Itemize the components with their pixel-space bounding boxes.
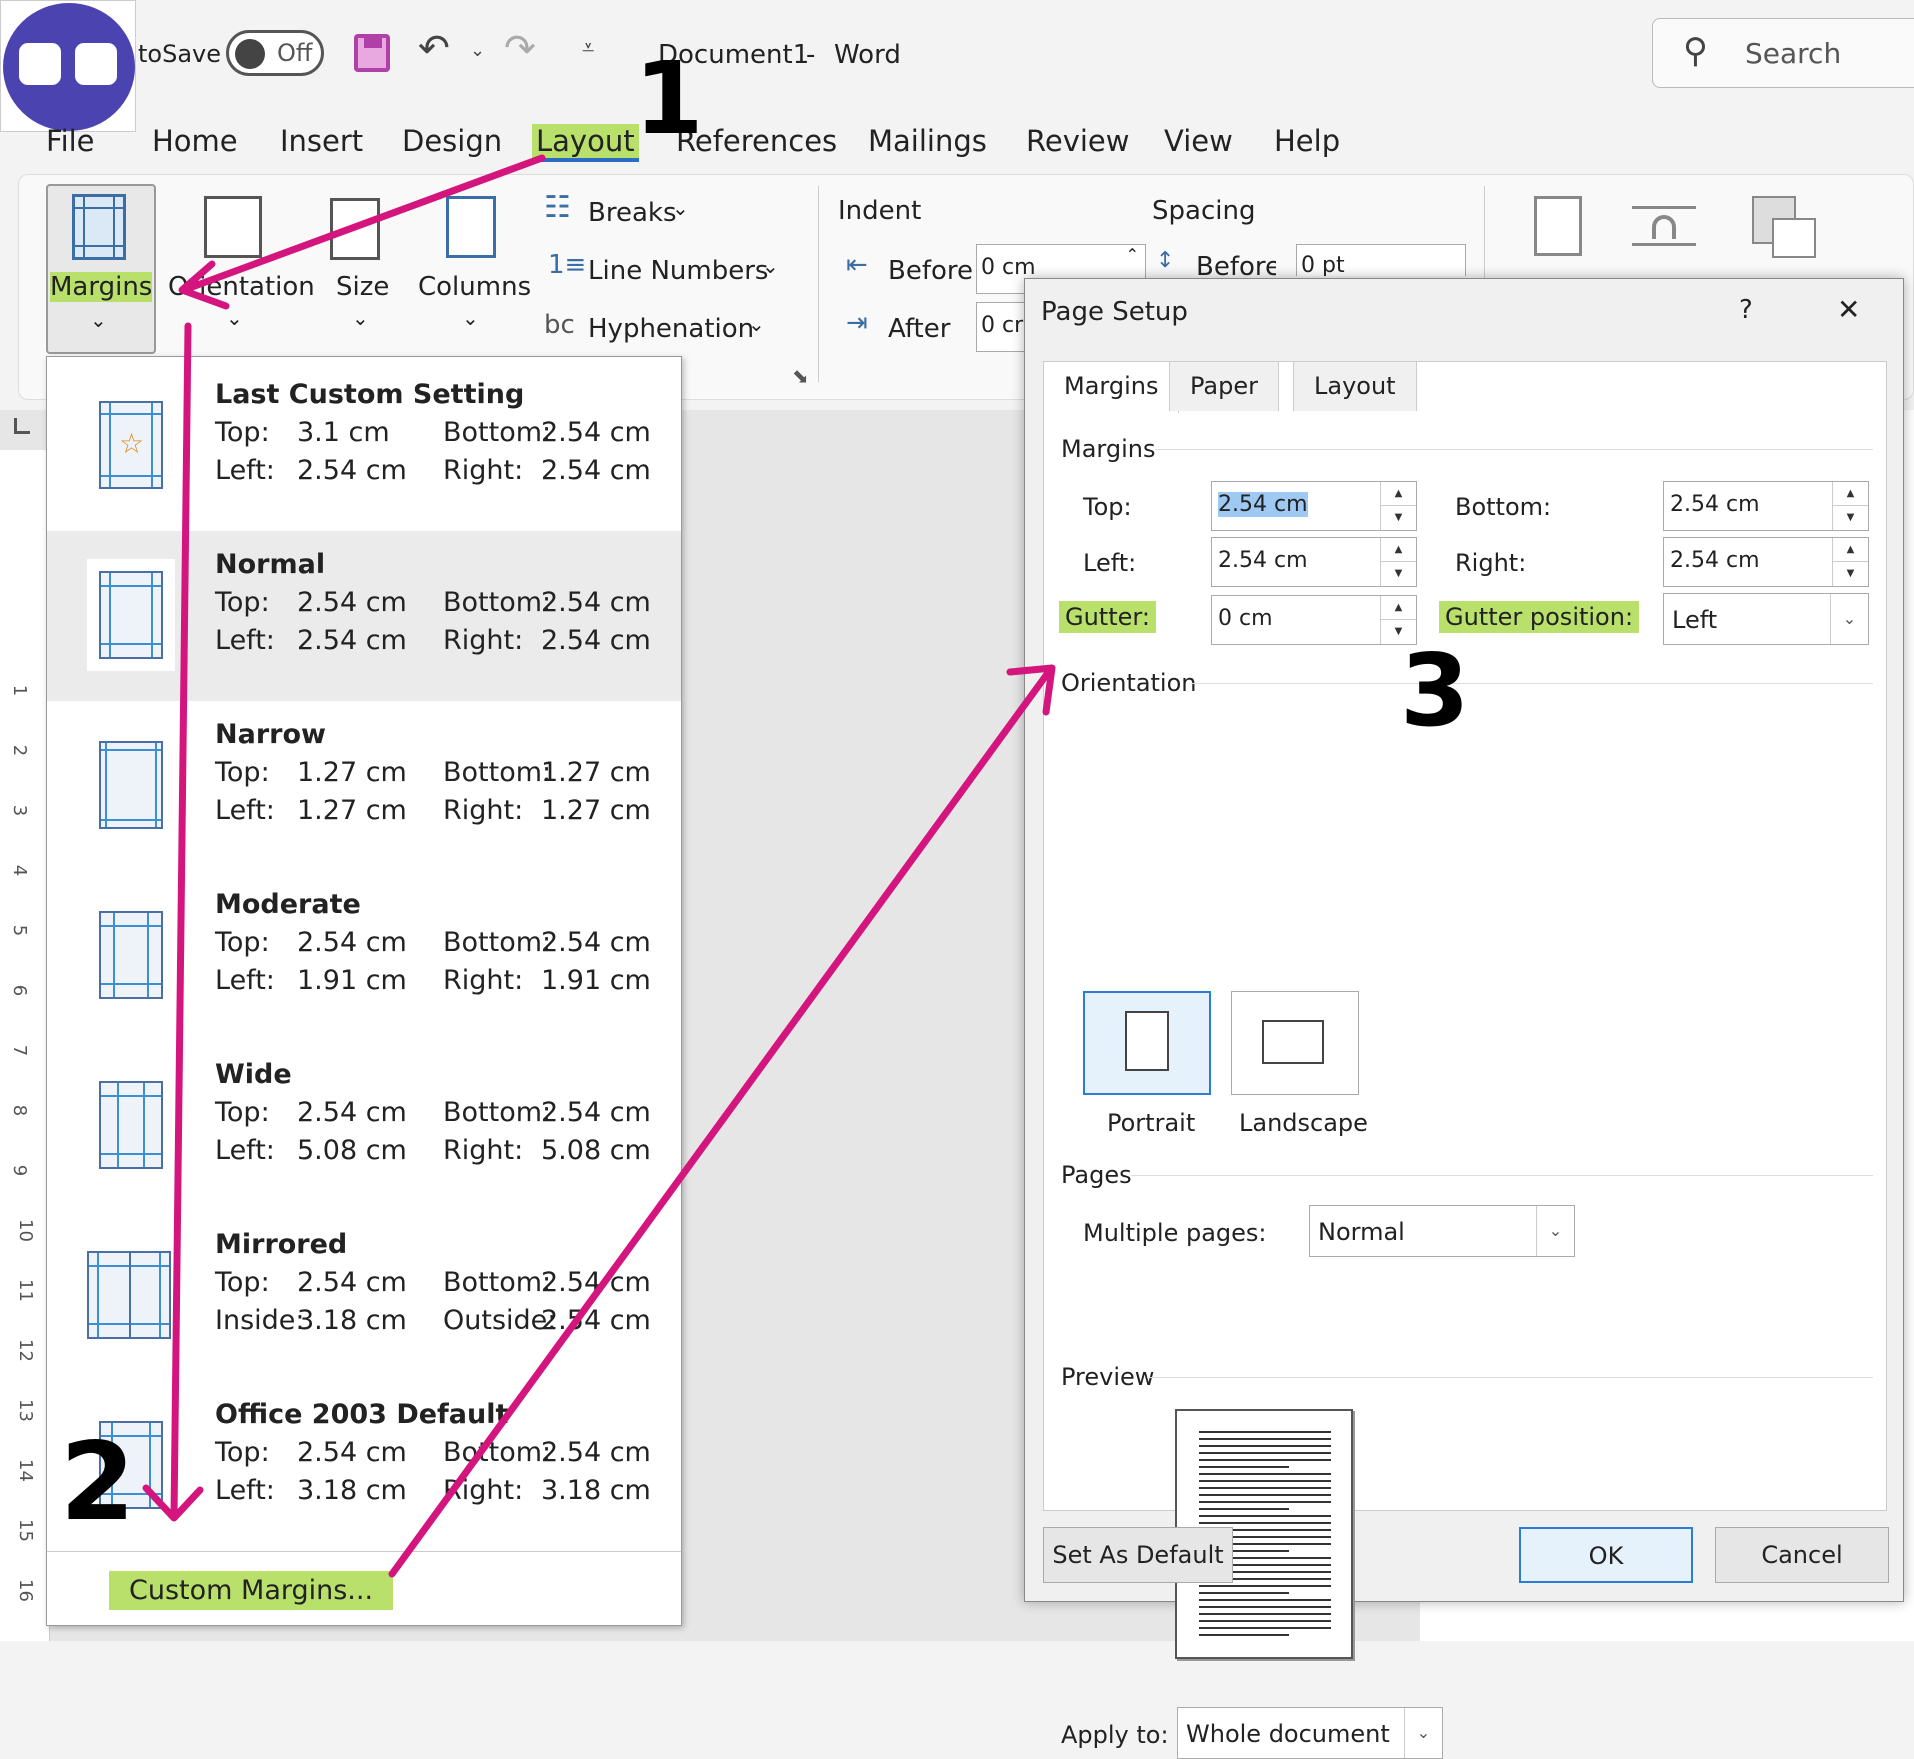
chevron-down-icon: ⌄ — [1404, 1708, 1442, 1758]
annotation-arrows — [142, 154, 1056, 1578]
arrow-custom-to-dialog — [388, 666, 1054, 1578]
arrow-layout-to-margins — [180, 154, 546, 294]
apply-to-value: Whole document — [1186, 1720, 1390, 1748]
apply-to-select[interactable]: Whole document ⌄ — [1177, 1707, 1443, 1759]
arrow-margins-to-custom — [170, 322, 192, 1520]
apply-to-label: Apply to: — [1061, 1721, 1169, 1749]
